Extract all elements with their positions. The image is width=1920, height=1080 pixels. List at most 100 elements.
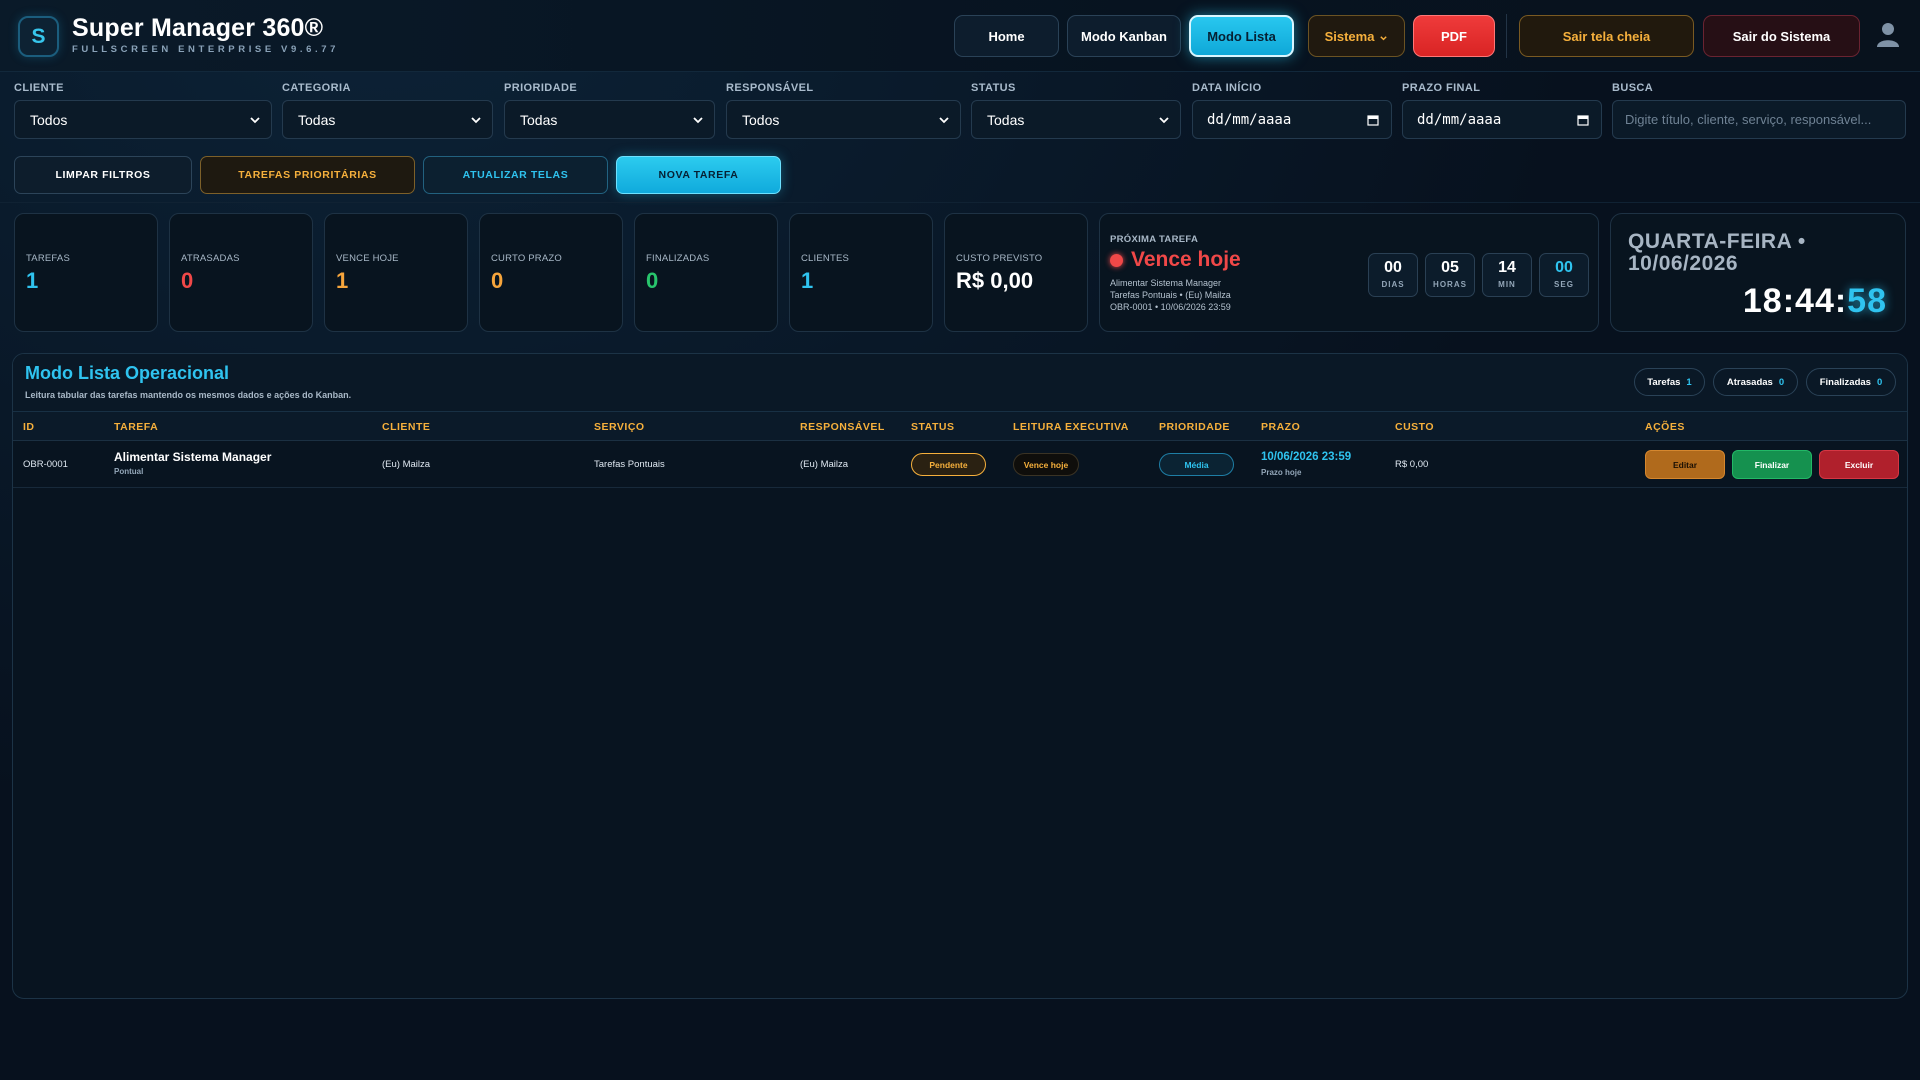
column-header-task: TAREFA: [114, 421, 159, 433]
pill-count: 0: [1778, 376, 1785, 388]
column-header-executive: LEITURA EXECUTIVA: [1013, 421, 1129, 433]
pill-tasks[interactable]: Tarefas 1: [1634, 368, 1705, 396]
start-date-value: dd/mm/aaaa: [1207, 111, 1292, 128]
search-input[interactable]: Digite título, cliente, serviço, respons…: [1612, 100, 1906, 139]
table-row[interactable]: OBR-0001 Alimentar Sistema Manager Pontu…: [13, 442, 1907, 488]
column-header-priority: PRIORIDADE: [1159, 421, 1230, 433]
stat-value: 1: [26, 268, 39, 293]
system-menu-label: Sistema: [1324, 28, 1375, 44]
finish-button[interactable]: Finalizar: [1732, 450, 1812, 479]
status-filter-select[interactable]: Todas: [971, 100, 1181, 139]
stat-label: VENCE HOJE: [336, 253, 399, 264]
edit-button[interactable]: Editar: [1645, 450, 1725, 479]
client-filter-label: CLIENTE: [14, 82, 64, 94]
pill-finished[interactable]: Finalizadas 0: [1806, 368, 1896, 396]
section-divider: [0, 202, 1920, 203]
stat-label: TAREFAS: [26, 253, 70, 264]
priority-filter-label: PRIORIDADE: [504, 82, 578, 94]
logout-button[interactable]: Sair do Sistema: [1703, 15, 1860, 57]
stat-card-due-today: VENCE HOJE 1: [324, 213, 468, 332]
row-client: (Eu) Mailza: [382, 459, 431, 470]
stat-value: 0: [491, 268, 504, 293]
chevron-down-icon: [1159, 117, 1169, 124]
priority-badge: Média: [1159, 453, 1234, 476]
next-task-meta: Tarefas Pontuais • (Eu) Mailza: [1110, 290, 1231, 300]
stat-label: CUSTO PREVISTO: [956, 253, 1043, 264]
deadline-input[interactable]: dd/mm/aaaa: [1402, 100, 1602, 139]
stat-card-clients: CLIENTES 1: [789, 213, 933, 332]
chevron-down-icon: [939, 117, 949, 124]
chevron-down-icon: [1380, 35, 1388, 40]
category-filter-label: CATEGORIA: [282, 82, 351, 94]
countdown-number: 00: [1555, 259, 1573, 276]
chevron-down-icon: [471, 117, 481, 124]
row-deadline-note: Prazo hoje: [1261, 468, 1302, 477]
calendar-icon[interactable]: [1577, 114, 1589, 126]
row-deadline: 10/06/2026 23:59: [1261, 451, 1352, 463]
stat-value: 1: [801, 268, 814, 293]
clock-seconds: 58: [1847, 282, 1887, 320]
date-clock-card: QUARTA-FEIRA • 10/06/2026 18:44:58: [1610, 213, 1906, 332]
status-filter-label: STATUS: [971, 82, 1016, 94]
column-header-deadline: PRAZO: [1261, 421, 1301, 433]
new-task-button[interactable]: NOVA TAREFA: [616, 156, 781, 194]
refresh-screens-button[interactable]: ATUALIZAR TELAS: [423, 156, 608, 194]
column-header-owner: RESPONSÁVEL: [800, 421, 885, 433]
pill-label: Finalizadas: [1819, 376, 1871, 388]
user-avatar-icon[interactable]: [1874, 20, 1902, 48]
priority-tasks-button[interactable]: TAREFAS PRIORITÁRIAS: [200, 156, 415, 194]
column-header-actions: AÇÕES: [1645, 421, 1685, 433]
countdown-days: 00 DIAS: [1368, 253, 1418, 297]
status-badge: Pendente: [911, 453, 986, 476]
alert-dot-icon: [1110, 254, 1123, 267]
deadline-value: dd/mm/aaaa: [1417, 111, 1502, 128]
category-filter-select[interactable]: Todas: [282, 100, 493, 139]
executive-badge: Vence hoje: [1013, 453, 1079, 476]
list-mode-button[interactable]: Modo Lista: [1189, 15, 1294, 57]
countdown-number: 00: [1384, 259, 1402, 276]
countdown-unit: HORAS: [1433, 280, 1467, 289]
column-header-service: SERVIÇO: [594, 421, 645, 433]
column-header-cost: CUSTO: [1395, 421, 1435, 433]
clear-filters-button[interactable]: LIMPAR FILTROS: [14, 156, 192, 194]
status-filter-value: Todas: [987, 111, 1025, 128]
exit-fullscreen-button[interactable]: Sair tela cheia: [1519, 15, 1694, 57]
next-task-status: Vence hoje: [1131, 248, 1241, 271]
client-filter-value: Todos: [30, 111, 68, 128]
next-task-card: PRÓXIMA TAREFA Vence hoje Alimentar Sist…: [1099, 213, 1599, 332]
stat-value: 0: [646, 268, 659, 293]
list-panel-header: Modo Lista Operacional Leitura tabular d…: [13, 354, 1907, 412]
client-filter-select[interactable]: Todos: [14, 100, 272, 139]
countdown-hours: 05 HORAS: [1425, 253, 1475, 297]
next-task-ref: OBR-0001 • 10/06/2026 23:59: [1110, 302, 1231, 312]
owner-filter-value: Todos: [742, 111, 780, 128]
row-cost: R$ 0,00: [1395, 459, 1429, 470]
owner-filter-select[interactable]: Todos: [726, 100, 961, 139]
app-subtitle: FULLSCREEN ENTERPRISE V9.6.77: [72, 44, 339, 55]
home-button[interactable]: Home: [954, 15, 1059, 57]
calendar-icon[interactable]: [1367, 114, 1379, 126]
priority-filter-select[interactable]: Todas: [504, 100, 715, 139]
pdf-button[interactable]: PDF: [1413, 15, 1495, 57]
kanban-mode-button[interactable]: Modo Kanban: [1067, 15, 1181, 57]
stat-card-overdue: ATRASADAS 0: [169, 213, 313, 332]
delete-button[interactable]: Excluir: [1819, 450, 1899, 479]
header-divider: [1506, 14, 1507, 58]
countdown-seconds: 00 SEG: [1539, 253, 1589, 297]
list-panel-subtitle: Leitura tabular das tarefas mantendo os …: [25, 390, 352, 400]
next-task-title: Alimentar Sistema Manager: [1110, 278, 1222, 288]
countdown-unit: MIN: [1498, 280, 1516, 289]
row-id: OBR-0001: [23, 459, 68, 470]
row-owner: (Eu) Mailza: [800, 459, 849, 470]
start-date-label: DATA INÍCIO: [1192, 82, 1262, 94]
pill-count: 1: [1686, 376, 1692, 388]
countdown-unit: DIAS: [1381, 280, 1405, 289]
pill-label: Tarefas: [1647, 376, 1681, 388]
system-menu-button[interactable]: Sistema: [1308, 15, 1405, 57]
deadline-label: PRAZO FINAL: [1402, 82, 1481, 94]
current-date: QUARTA-FEIRA • 10/06/2026: [1628, 230, 1806, 275]
pill-overdue[interactable]: Atrasadas 0: [1713, 368, 1798, 396]
countdown-number: 14: [1498, 259, 1516, 276]
stat-card-finished: FINALIZADAS 0: [634, 213, 778, 332]
start-date-input[interactable]: dd/mm/aaaa: [1192, 100, 1392, 139]
